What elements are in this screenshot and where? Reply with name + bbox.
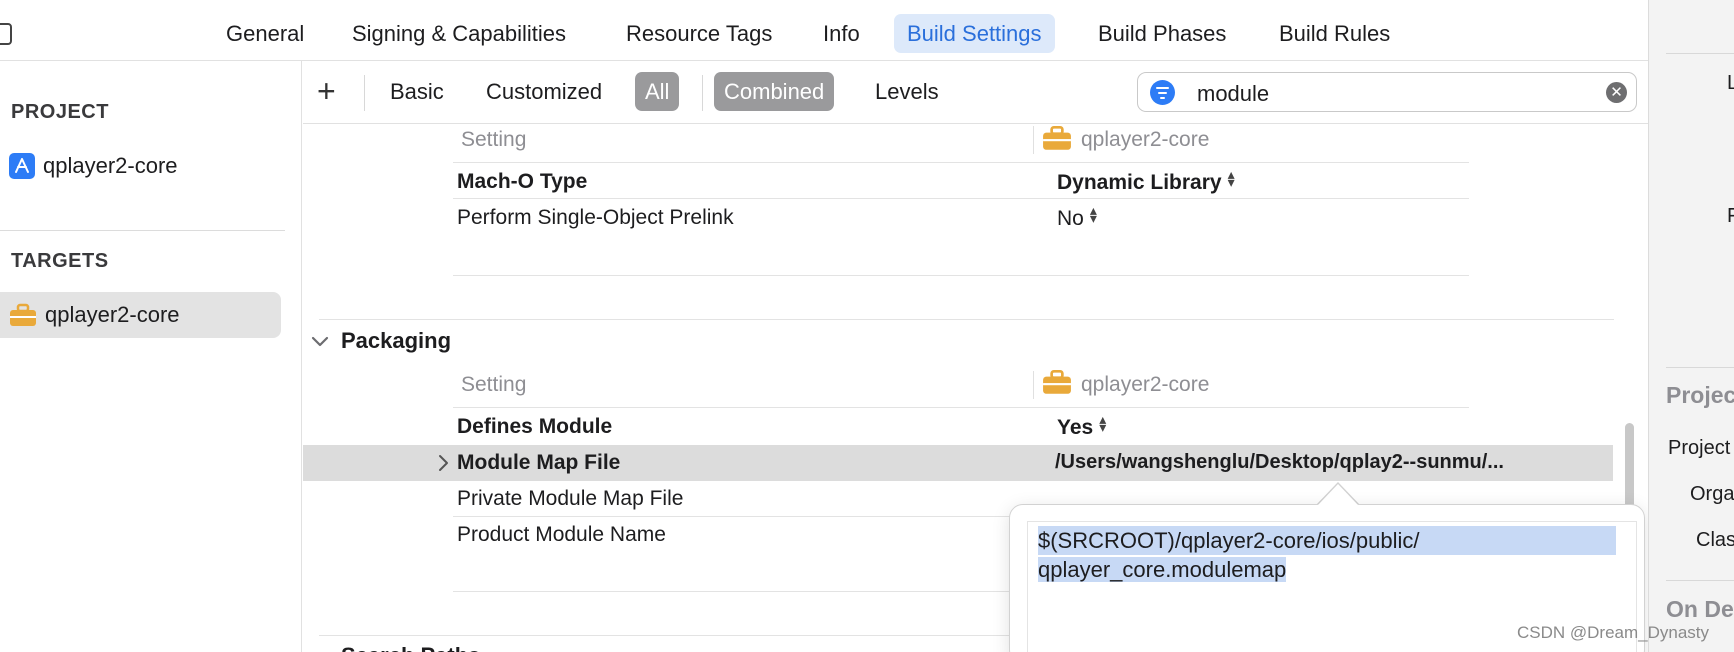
filter-basic-button[interactable]: Basic [380,72,454,111]
project-navigator-sidebar: PROJECT qplayer2-core TARGETS qplayer2-c… [0,61,302,652]
divider [702,75,703,111]
divider [453,198,1469,199]
divider [453,407,1469,408]
tab-signing-capabilities[interactable]: Signing & Capabilities [339,14,579,53]
view-levels-button[interactable]: Levels [865,72,949,111]
column-header-target: qplayer2-core [1081,128,1210,151]
filter-customized-button[interactable]: Customized [476,72,612,111]
inspector-label: Orga [1690,483,1734,505]
popup-stepper-icon: ▴ ▾ [1099,411,1107,435]
inspector-panel: L F Projec Project Orga Clas On De [1648,0,1734,652]
tab-build-settings[interactable]: Build Settings [894,14,1055,53]
sidebar-item-label: qplayer2-core [45,302,180,327]
clear-search-icon[interactable]: ✕ [1606,82,1627,103]
section-divider [319,319,1614,320]
setting-name-module-map-file[interactable]: Module Map File [457,451,620,475]
selected-text-line: qplayer_core.modulemap [1038,557,1287,582]
sidebar-divider [0,230,285,231]
setting-name-mach-o-type[interactable]: Mach-O Type [457,170,587,194]
toolbox-icon [1043,125,1071,150]
toolbox-icon [1043,369,1071,394]
inspector-label: Clas [1696,529,1734,551]
setting-name-product-module-name[interactable]: Product Module Name [457,523,666,547]
divider [1666,580,1734,581]
column-divider [1033,371,1034,399]
setting-name-defines-module[interactable]: Defines Module [457,415,612,439]
targets-heading: TARGETS [11,250,109,272]
sidebar-item-label: qplayer2-core [43,153,178,178]
column-header-setting: Setting [461,373,527,396]
view-combined-button[interactable]: Combined [714,72,835,111]
setting-value-single-object-prelink[interactable]: No ▴ ▾ [1057,202,1097,231]
column-header-setting: Setting [461,128,527,151]
setting-value-defines-module[interactable]: Yes ▴ ▾ [1057,411,1107,440]
setting-value-text: Dynamic Library [1057,171,1222,194]
divider [453,275,1469,276]
toolbox-icon [10,303,36,326]
inspector-label: F [1727,205,1734,228]
inspector-label: Project [1668,437,1731,459]
tab-general[interactable]: General [213,14,317,53]
setting-value-mach-o-type[interactable]: Dynamic Library ▴ ▾ [1057,166,1235,195]
project-heading: PROJECT [11,101,109,123]
search-input[interactable]: module [1197,81,1269,107]
setting-value-text: No [1057,207,1084,230]
inspector-section-title: On De [1666,596,1734,622]
filter-icon[interactable] [1150,80,1175,105]
inspector-label: L [1727,72,1734,95]
setting-value-module-map-file[interactable]: /Users/wangshenglu/Desktop/qplay2--sunmu… [1055,451,1504,474]
watermark: CSDN @Dream_Dynasty [1517,623,1710,642]
tab-build-phases[interactable]: Build Phases [1085,14,1239,53]
section-title-packaging[interactable]: Packaging [341,328,451,354]
tab-resource-tags[interactable]: Resource Tags [613,14,785,53]
inspector-section-title: Projec [1666,382,1734,408]
tab-info[interactable]: Info [810,14,873,53]
setting-name-single-object-prelink[interactable]: Perform Single-Object Prelink [457,206,734,230]
chevron-down-icon[interactable] [311,336,329,348]
column-divider [1033,126,1034,154]
add-setting-button[interactable]: + [317,74,336,108]
divider [364,75,365,111]
window-checkbox[interactable] [0,23,12,45]
chevron-right-icon[interactable] [437,454,449,472]
value-text[interactable]: $(SRCROOT)/qplayer2-core/ios/public/ qpl… [1038,526,1616,584]
divider [1666,367,1734,368]
app-project-icon [9,153,35,179]
editor-tab-bar: General Signing & Capabilities Resource … [0,0,1648,61]
section-title-search-paths[interactable]: Search Paths [341,643,480,652]
search-field[interactable]: module ✕ [1137,72,1637,112]
popup-stepper-icon: ▴ ▾ [1089,202,1097,226]
divider [453,162,1469,163]
build-settings-filter-bar: + Basic Customized All Combined Levels m… [303,61,1648,124]
popup-stepper-icon: ▴ ▾ [1227,166,1235,190]
popover-arrow-fill [1318,484,1358,505]
sidebar-item-project[interactable]: qplayer2-core [0,143,281,189]
column-header-target: qplayer2-core [1081,373,1210,396]
sidebar-item-target[interactable]: qplayer2-core [0,292,281,338]
tab-build-rules[interactable]: Build Rules [1266,14,1403,53]
setting-value-text: Yes [1057,416,1094,439]
filter-all-button[interactable]: All [635,72,680,111]
divider [1666,53,1734,54]
setting-name-private-module-map-file[interactable]: Private Module Map File [457,487,683,511]
selected-text-line: $(SRCROOT)/qplayer2-core/ios/public/ [1038,526,1616,555]
